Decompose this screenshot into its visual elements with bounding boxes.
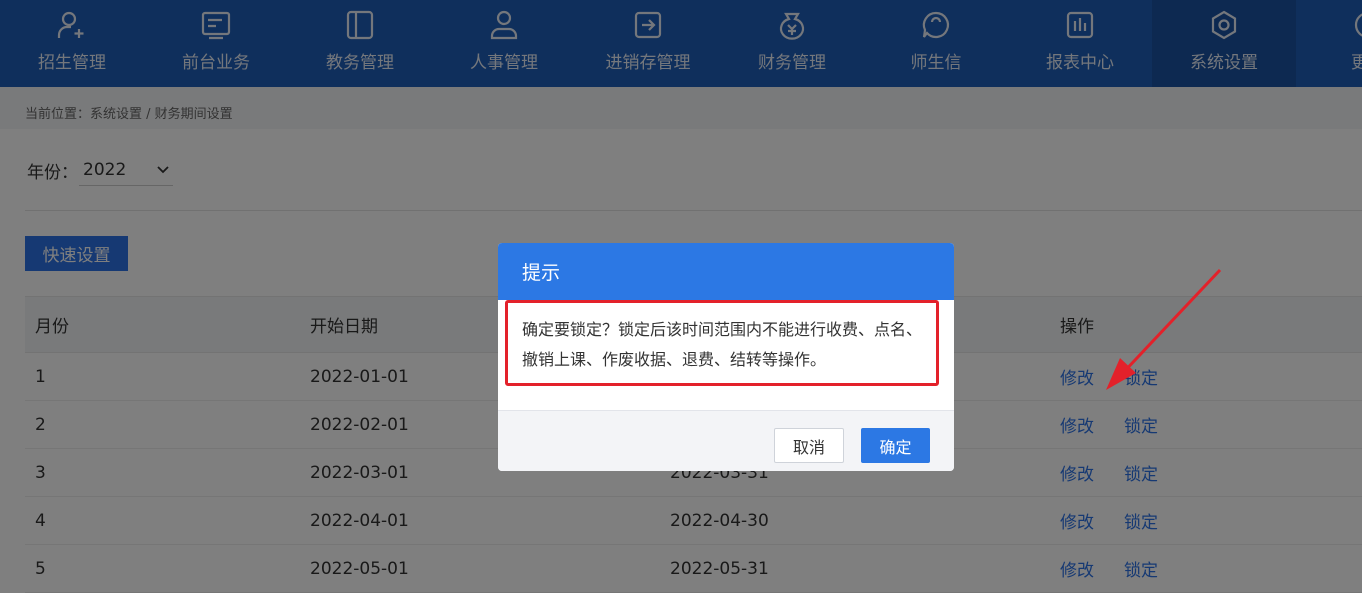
dialog-title: 提示 <box>522 262 561 284</box>
dialog-footer: 取消 确定 <box>498 410 954 471</box>
dialog-body: 确定要锁定？锁定后该时间范围内不能进行收费、点名、撤销上课、作废收据、退费、结转… <box>498 300 954 410</box>
dialog-header: 提示 <box>498 243 954 300</box>
dialog-message: 确定要锁定？锁定后该时间范围内不能进行收费、点名、撤销上课、作废收据、退费、结转… <box>522 320 923 369</box>
confirm-dialog: 提示 确定要锁定？锁定后该时间范围内不能进行收费、点名、撤销上课、作废收据、退费… <box>498 243 954 471</box>
cancel-button[interactable]: 取消 <box>774 428 844 463</box>
confirm-button[interactable]: 确定 <box>861 428 930 463</box>
